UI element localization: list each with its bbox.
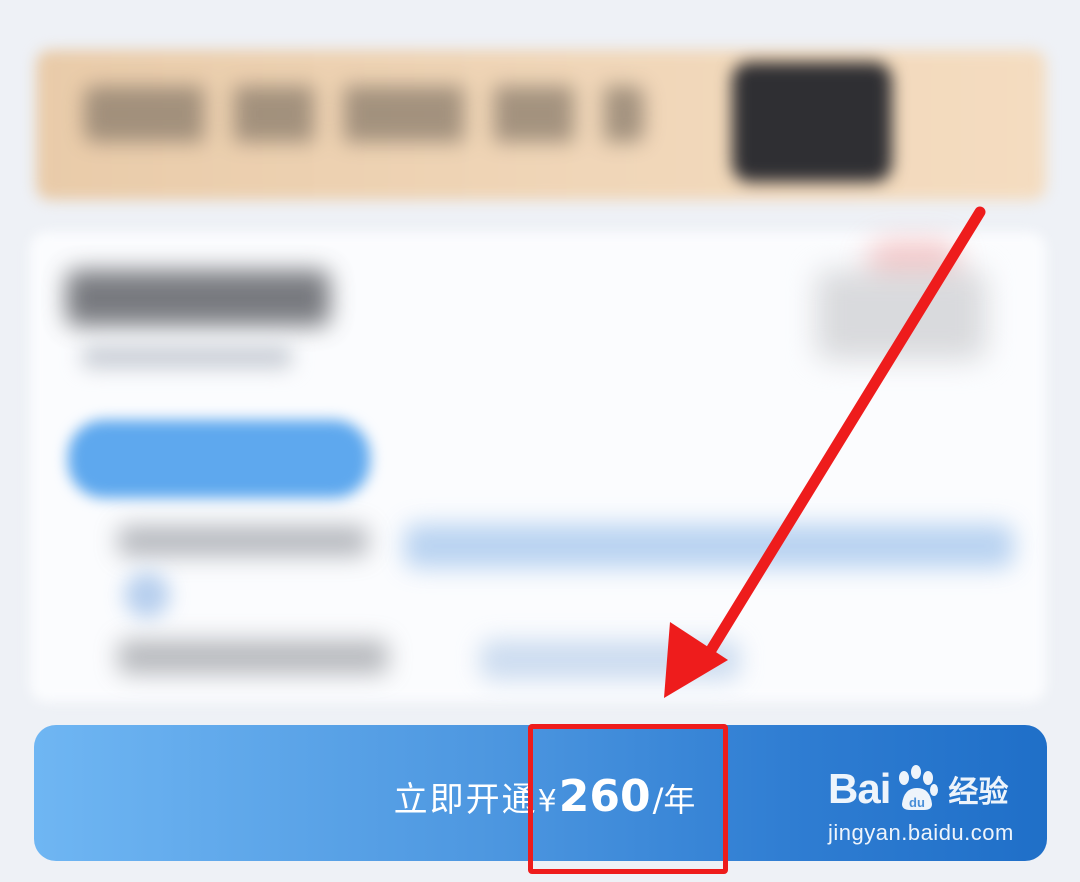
watermark-logo-text: Bai bbox=[828, 765, 891, 812]
detail-row-link-blurred bbox=[480, 640, 740, 680]
membership-subtitle-blurred bbox=[82, 346, 292, 368]
membership-badge-blurred bbox=[816, 270, 986, 360]
watermark-url: jingyan.baidu.com bbox=[828, 820, 1014, 845]
baidu-paw-icon: du bbox=[899, 765, 939, 810]
promo-banner-text-blurred bbox=[84, 86, 644, 142]
plan-pill-blurred bbox=[68, 420, 370, 498]
activate-now-text: 立即开通 bbox=[393, 779, 538, 820]
watermark-cn-text: 经验 bbox=[948, 775, 1009, 810]
svg-text:du: du bbox=[909, 795, 925, 810]
detail-row-value-blurred bbox=[404, 524, 1014, 568]
checkbox-icon bbox=[124, 572, 170, 618]
baidu-jingyan-watermark: Bai du 经验 jingyan.baidu.com bbox=[828, 764, 1028, 864]
membership-title-blurred bbox=[66, 270, 330, 326]
detail-row-label-blurred bbox=[118, 640, 388, 674]
annotation-highlight-box bbox=[528, 724, 728, 874]
detail-row-label-blurred bbox=[118, 526, 368, 556]
promo-banner-image bbox=[732, 62, 892, 182]
